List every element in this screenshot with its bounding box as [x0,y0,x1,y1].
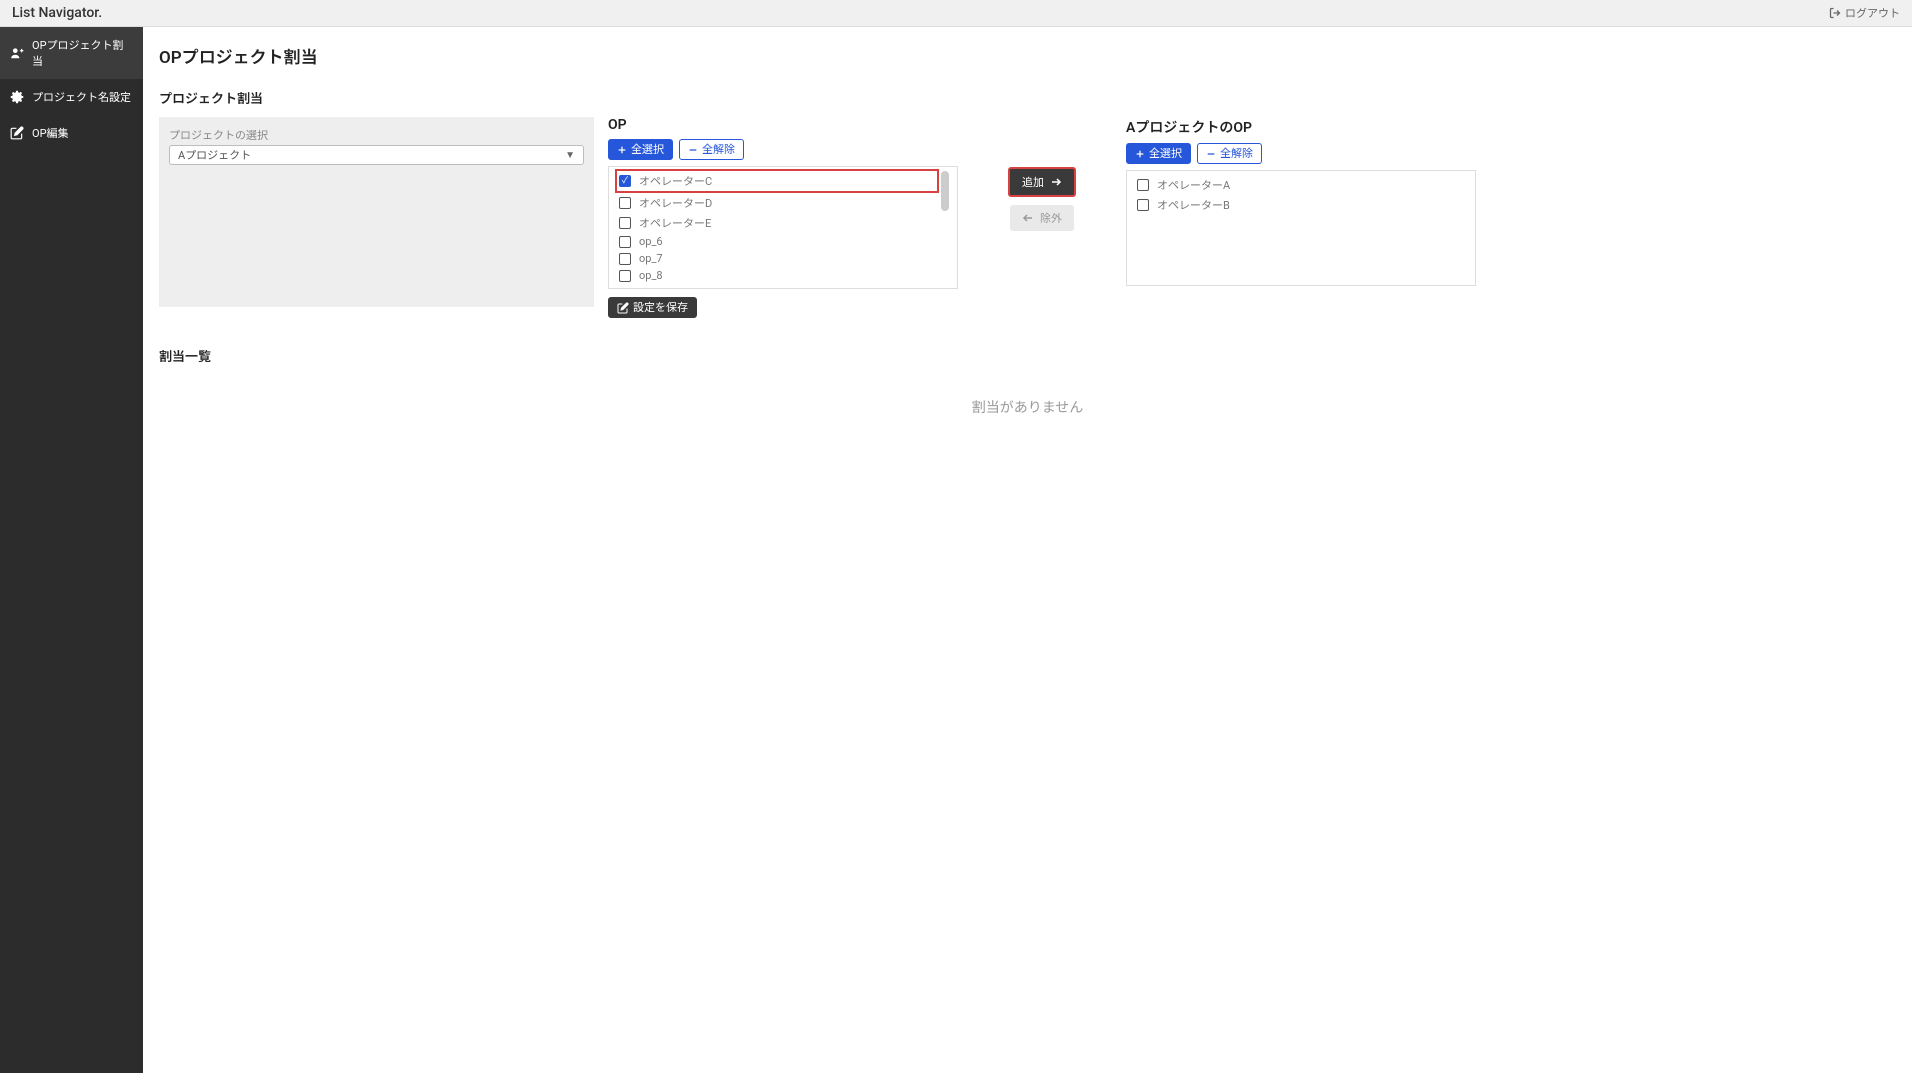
op-item[interactable]: オペレーターE [617,213,937,233]
op-assigned-list: オペレーターA オペレーターB [1126,170,1476,286]
edit-icon [10,126,24,140]
empty-message: 割当がありません [159,375,1896,439]
assigned-deselect-all-button[interactable]: 全解除 [1197,143,1262,164]
chevron-down-icon: ▼ [565,150,575,161]
op-item[interactable]: オペレーターB [1135,195,1467,215]
project-select[interactable]: Aプロジェクト ▼ [169,145,584,165]
sidebar-item-label: OP編集 [32,125,69,141]
gear-icon [10,90,24,104]
op-item-label: オペレーターA [1157,177,1230,193]
sidebar: OPプロジェクト割当 プロジェクト名設定 OP編集 [0,27,143,1073]
logout-icon [1829,7,1841,19]
assigned-select-all-label: 全選択 [1149,147,1182,160]
op-deselect-all-button[interactable]: 全解除 [679,139,744,160]
user-assign-icon [10,46,24,60]
assignment-row: プロジェクトの選択 Aプロジェクト ▼ OP 全選択 [159,117,1896,318]
plus-icon [617,145,627,155]
op-item[interactable]: オペレーターA [1135,175,1467,195]
sidebar-item-op-project-assign[interactable]: OPプロジェクト割当 [0,27,143,79]
remove-button[interactable]: 除外 [1010,205,1074,231]
checkbox[interactable] [1137,179,1149,191]
assigned-select-all-button[interactable]: 全選択 [1126,143,1191,164]
op-item-label: オペレーターD [639,195,712,211]
op-item[interactable]: op_8 [617,267,937,284]
transfer-column: 追加 除外 [972,117,1112,231]
op-item[interactable]: オペレーターD [617,193,937,213]
add-label: 追加 [1022,174,1044,190]
logout-link[interactable]: ログアウト [1829,5,1900,21]
op-heading: OP [608,117,958,133]
header: List Navigator. ログアウト [0,0,1912,27]
edit-save-icon [617,302,629,314]
checkbox[interactable] [619,270,631,282]
op-item-label: op_6 [639,235,663,248]
checkbox[interactable] [619,253,631,265]
minus-icon [1206,149,1216,159]
op-item[interactable]: op_7 [617,250,937,267]
arrow-right-icon [1050,176,1062,188]
op-item-label: op_7 [639,252,663,265]
sidebar-item-project-name-settings[interactable]: プロジェクト名設定 [0,79,143,115]
main-container: OPプロジェクト割当 プロジェクト名設定 OP編集 OPプロジェクト割当 [0,27,1912,1073]
op-item[interactable]: ✓ オペレーターC [615,169,939,193]
op-select-all-button[interactable]: 全選択 [608,139,673,160]
plus-icon [1135,149,1145,159]
op-assigned-column: AプロジェクトのOP 全選択 全解除 [1126,117,1476,286]
op-item-label: オペレーターB [1157,197,1230,213]
op-deselect-all-label: 全解除 [702,143,735,156]
sidebar-item-op-edit[interactable]: OP編集 [0,115,143,151]
checkbox[interactable]: ✓ [619,175,631,187]
op-item[interactable]: op_6 [617,233,937,250]
add-button[interactable]: 追加 [1008,167,1076,197]
app-title: List Navigator. [12,5,102,21]
save-settings-label: 設定を保存 [633,301,688,314]
checkbox[interactable] [619,217,631,229]
assigned-heading: AプロジェクトのOP [1126,117,1476,137]
op-available-column: OP 全選択 全解除 [608,117,958,318]
section-list-title: 割当一覧 [159,346,1896,365]
project-select-value: Aプロジェクト [178,147,251,163]
project-select-panel: プロジェクトの選択 Aプロジェクト ▼ [159,117,594,307]
arrow-left-icon [1022,212,1034,224]
op-button-row: 全選択 全解除 [608,139,958,160]
assignment-list-section: 割当一覧 割当がありません [159,346,1896,439]
scrollbar[interactable] [941,171,949,211]
checkmark-icon: ✓ [622,177,628,186]
save-settings-button[interactable]: 設定を保存 [608,297,697,318]
op-select-all-label: 全選択 [631,143,664,156]
checkbox[interactable] [619,236,631,248]
content: OPプロジェクト割当 プロジェクト割当 プロジェクトの選択 Aプロジェクト ▼ … [143,27,1912,1073]
sidebar-item-label: OPプロジェクト割当 [32,37,133,69]
logout-label: ログアウト [1845,5,1900,21]
minus-icon [688,145,698,155]
assigned-deselect-all-label: 全解除 [1220,147,1253,160]
section-assign-title: プロジェクト割当 [159,88,1896,107]
checkbox[interactable] [1137,199,1149,211]
assigned-button-row: 全選択 全解除 [1126,143,1476,164]
op-available-list: ✓ オペレーターC オペレーターD オペレーターE [608,166,958,289]
op-item-label: オペレーターC [639,173,712,189]
page-title: OPプロジェクト割当 [159,43,1896,68]
op-item-label: op_8 [639,269,663,282]
remove-label: 除外 [1040,210,1062,226]
project-select-label: プロジェクトの選択 [169,127,584,143]
checkbox[interactable] [619,197,631,209]
sidebar-item-label: プロジェクト名設定 [32,89,131,105]
op-item-label: オペレーターE [639,215,711,231]
